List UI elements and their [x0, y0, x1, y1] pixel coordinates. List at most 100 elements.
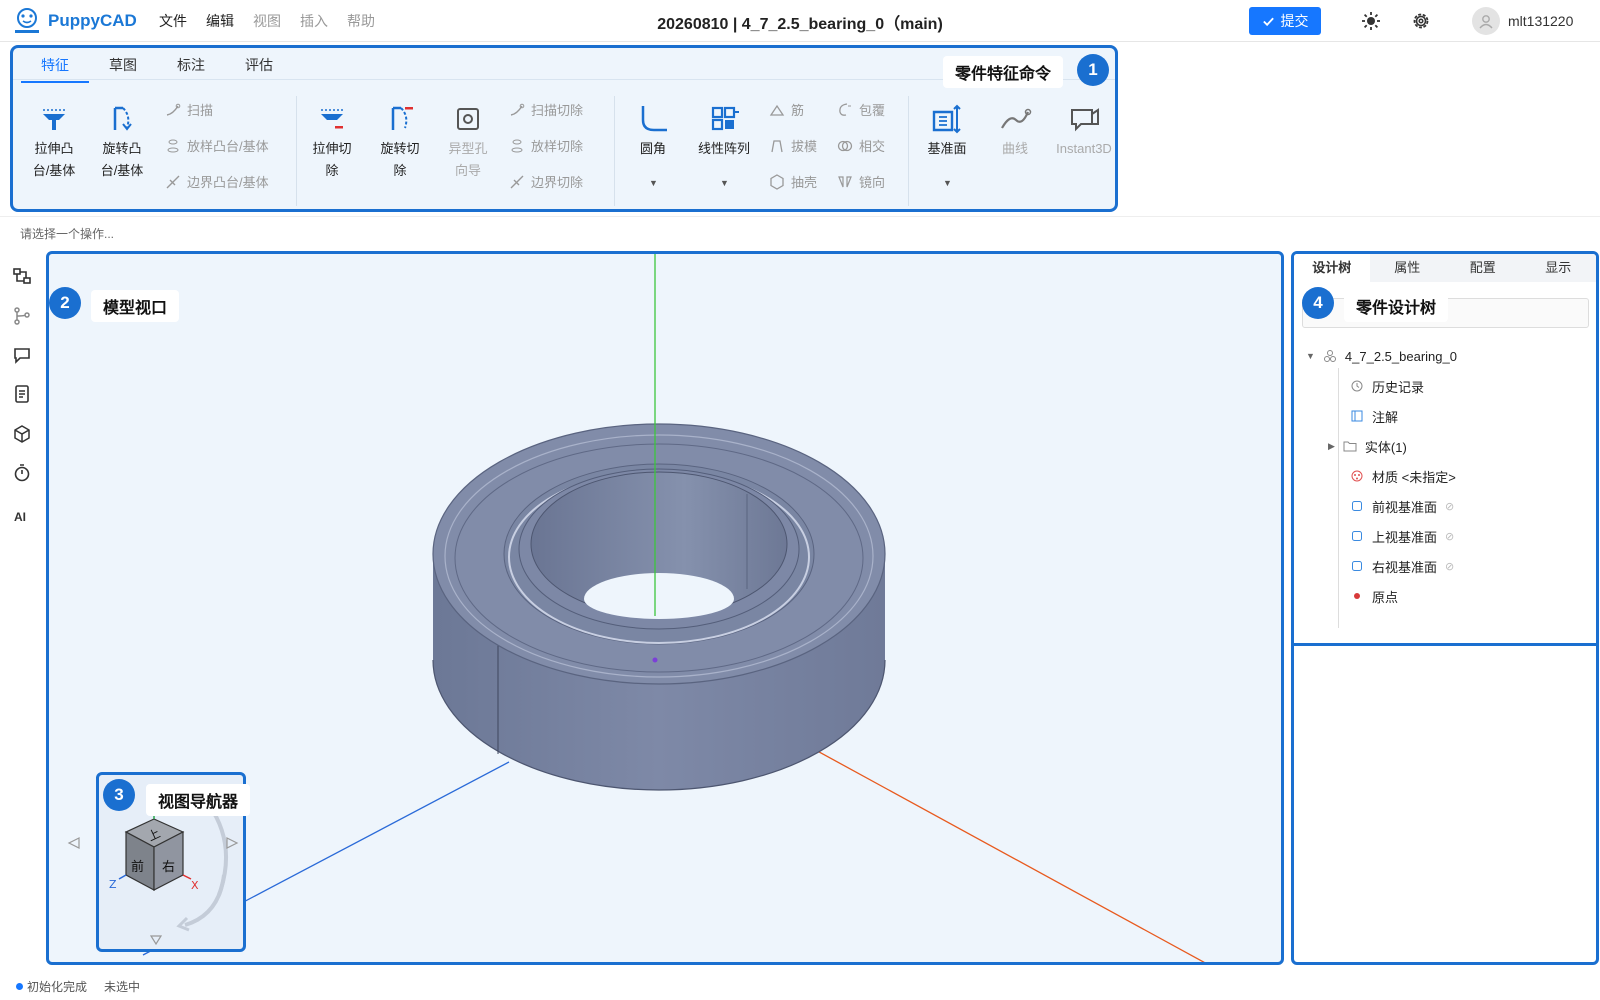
hidden-eye-icon[interactable]: ⊘: [1445, 530, 1454, 543]
linear-pattern-button[interactable]: 线性阵列: [691, 102, 757, 160]
status-bar: 初始化完成 未选中: [0, 970, 1600, 1000]
tab-configuration[interactable]: 配置: [1445, 254, 1521, 282]
ai-assistant-button[interactable]: AI: [14, 510, 26, 524]
wrap-button[interactable]: 包覆: [837, 100, 885, 119]
tree-item-annotations[interactable]: 注解: [1350, 406, 1398, 426]
fillet-icon: [641, 106, 667, 132]
extrude-boss-icon: [43, 109, 65, 130]
menu-file[interactable]: 文件: [159, 11, 187, 31]
submit-button[interactable]: 提交: [1249, 7, 1321, 35]
tab-properties[interactable]: 属性: [1370, 254, 1446, 282]
ribbon-separator: [908, 96, 909, 206]
tree-item-origin[interactable]: 原点: [1350, 586, 1398, 606]
linear-pattern-icon: [711, 106, 739, 131]
menu-help[interactable]: 帮助: [347, 11, 375, 31]
theme-sun-icon[interactable]: [1361, 11, 1381, 31]
app-logo[interactable]: PuppyCAD: [12, 6, 137, 36]
timer-icon[interactable]: [12, 463, 32, 483]
rib-icon: [769, 104, 785, 116]
feature-ribbon: 特征 草图 标注 评估 拉伸凸 台/基体 旋转凸 台/基体 扫描 放样凸台/基体…: [10, 45, 1118, 212]
settings-gear-icon[interactable]: [1411, 11, 1431, 31]
cube-right-label: 右: [162, 860, 175, 875]
branch-icon[interactable]: [12, 306, 32, 326]
tree-item-history[interactable]: 历史记录: [1350, 376, 1424, 396]
assembly-tree-icon[interactable]: [12, 266, 32, 286]
main-menu: 文件 编辑 视图 插入 帮助: [159, 11, 375, 31]
hole-wizard-button[interactable]: 异型孔 向导: [441, 102, 495, 182]
check-icon: [1262, 17, 1274, 26]
user-menu[interactable]: mlt131220: [1472, 7, 1573, 35]
tree-guide-line: [1338, 368, 1339, 628]
plane-icon: [1352, 531, 1362, 541]
loft-boss-icon: [167, 139, 179, 152]
expand-caret-icon[interactable]: ▶: [1328, 441, 1335, 452]
tree-item-top-plane[interactable]: 上视基准面 ⊘: [1350, 526, 1454, 546]
viewport-callout-label: 模型视口: [91, 290, 180, 322]
revolve-cut-label-2: 除: [393, 163, 407, 178]
ribbon-separator: [296, 96, 297, 206]
mirror-button[interactable]: 镜向: [837, 172, 885, 191]
tab-display[interactable]: 显示: [1521, 254, 1597, 282]
extrude-cut-button[interactable]: 拉伸切 除: [305, 102, 359, 182]
menu-view[interactable]: 视图: [253, 11, 281, 31]
curves-button[interactable]: 曲线: [988, 102, 1042, 160]
shell-label: 抽壳: [791, 175, 818, 190]
sweep-button[interactable]: 扫描: [165, 100, 213, 119]
status-init: 初始化完成: [16, 978, 87, 995]
tree-item-front-plane[interactable]: 前视基准面 ⊘: [1350, 496, 1454, 516]
wrap-label: 包覆: [859, 103, 886, 118]
sweep-label: 扫描: [187, 103, 214, 118]
ribbon-callout-number: 1: [1077, 54, 1109, 86]
revolve-boss-button[interactable]: 旋转凸 台/基体: [95, 102, 149, 182]
tab-design-tree[interactable]: 设计树: [1294, 254, 1370, 282]
intersect-button[interactable]: 相交: [837, 136, 885, 155]
cube-icon[interactable]: [12, 424, 32, 444]
nav-arrow-left[interactable]: [67, 836, 81, 850]
boundary-boss-button[interactable]: 边界凸台/基体: [165, 172, 269, 191]
shell-button[interactable]: 抽壳: [769, 172, 817, 191]
hidden-eye-icon[interactable]: ⊘: [1445, 500, 1454, 513]
curves-icon: [1001, 108, 1032, 129]
nav-arrow-down[interactable]: [149, 935, 163, 946]
nav-arrow-right[interactable]: [225, 836, 239, 850]
status-init-label: 初始化完成: [27, 980, 88, 994]
menu-edit[interactable]: 编辑: [206, 11, 234, 31]
tree-root[interactable]: ▼ 4_7_2.5_bearing_0: [1306, 346, 1457, 366]
menu-insert[interactable]: 插入: [300, 11, 328, 31]
document-list-icon[interactable]: [12, 384, 32, 404]
fillet-dropdown-icon[interactable]: ▼: [649, 178, 658, 188]
loft-cut-button[interactable]: 放样切除: [509, 136, 583, 155]
draft-button[interactable]: 拔模: [769, 136, 817, 155]
revolve-cut-icon: [391, 106, 413, 130]
folder-icon: [1343, 441, 1357, 452]
instant3d-button[interactable]: Instant3D: [1051, 102, 1117, 160]
revolve-cut-button[interactable]: 旋转切 除: [373, 102, 427, 182]
ref-plane-dropdown-icon[interactable]: ▼: [943, 178, 952, 188]
draft-icon: [771, 139, 783, 152]
loft-boss-button[interactable]: 放样凸台/基体: [165, 136, 269, 155]
revolve-boss-icon: [113, 106, 132, 131]
tree-item-right-plane[interactable]: 右视基准面 ⊘: [1350, 556, 1454, 576]
intersect-label: 相交: [859, 139, 886, 154]
linear-pattern-dropdown-icon[interactable]: ▼: [720, 178, 729, 188]
sweep-cut-button[interactable]: 扫描切除: [509, 100, 583, 119]
view-navigator[interactable]: 上 前 右 X Z 3 视图导航器: [96, 772, 251, 952]
hidden-eye-icon[interactable]: ⊘: [1445, 560, 1454, 573]
tree-item-label: 材质 <未指定>: [1372, 469, 1456, 485]
status-dot-icon: [16, 983, 23, 990]
comment-icon[interactable]: [12, 345, 32, 365]
rib-button[interactable]: 筋: [769, 100, 804, 119]
puppy-logo-icon: [15, 8, 39, 33]
ref-plane-button[interactable]: 基准面: [920, 102, 974, 160]
extrude-boss-button[interactable]: 拉伸凸 台/基体: [27, 102, 81, 182]
collapse-caret-icon[interactable]: ▼: [1306, 351, 1315, 361]
boundary-cut-button[interactable]: 边界切除: [509, 172, 583, 191]
fillet-label: 圆角: [639, 141, 666, 156]
fillet-button[interactable]: 圆角: [626, 102, 680, 160]
model-viewport[interactable]: 2 模型视口 上 前 右 X Z 3 视图导航器: [46, 251, 1284, 965]
tree-item-material[interactable]: 材质 <未指定>: [1350, 466, 1456, 486]
tree-item-label: 实体(1): [1364, 439, 1407, 455]
loft-boss-label: 放样凸台/基体: [187, 139, 269, 154]
tree-item-solid-bodies[interactable]: ▶ 实体(1): [1328, 436, 1407, 456]
nav-z-label: Z: [109, 878, 117, 891]
